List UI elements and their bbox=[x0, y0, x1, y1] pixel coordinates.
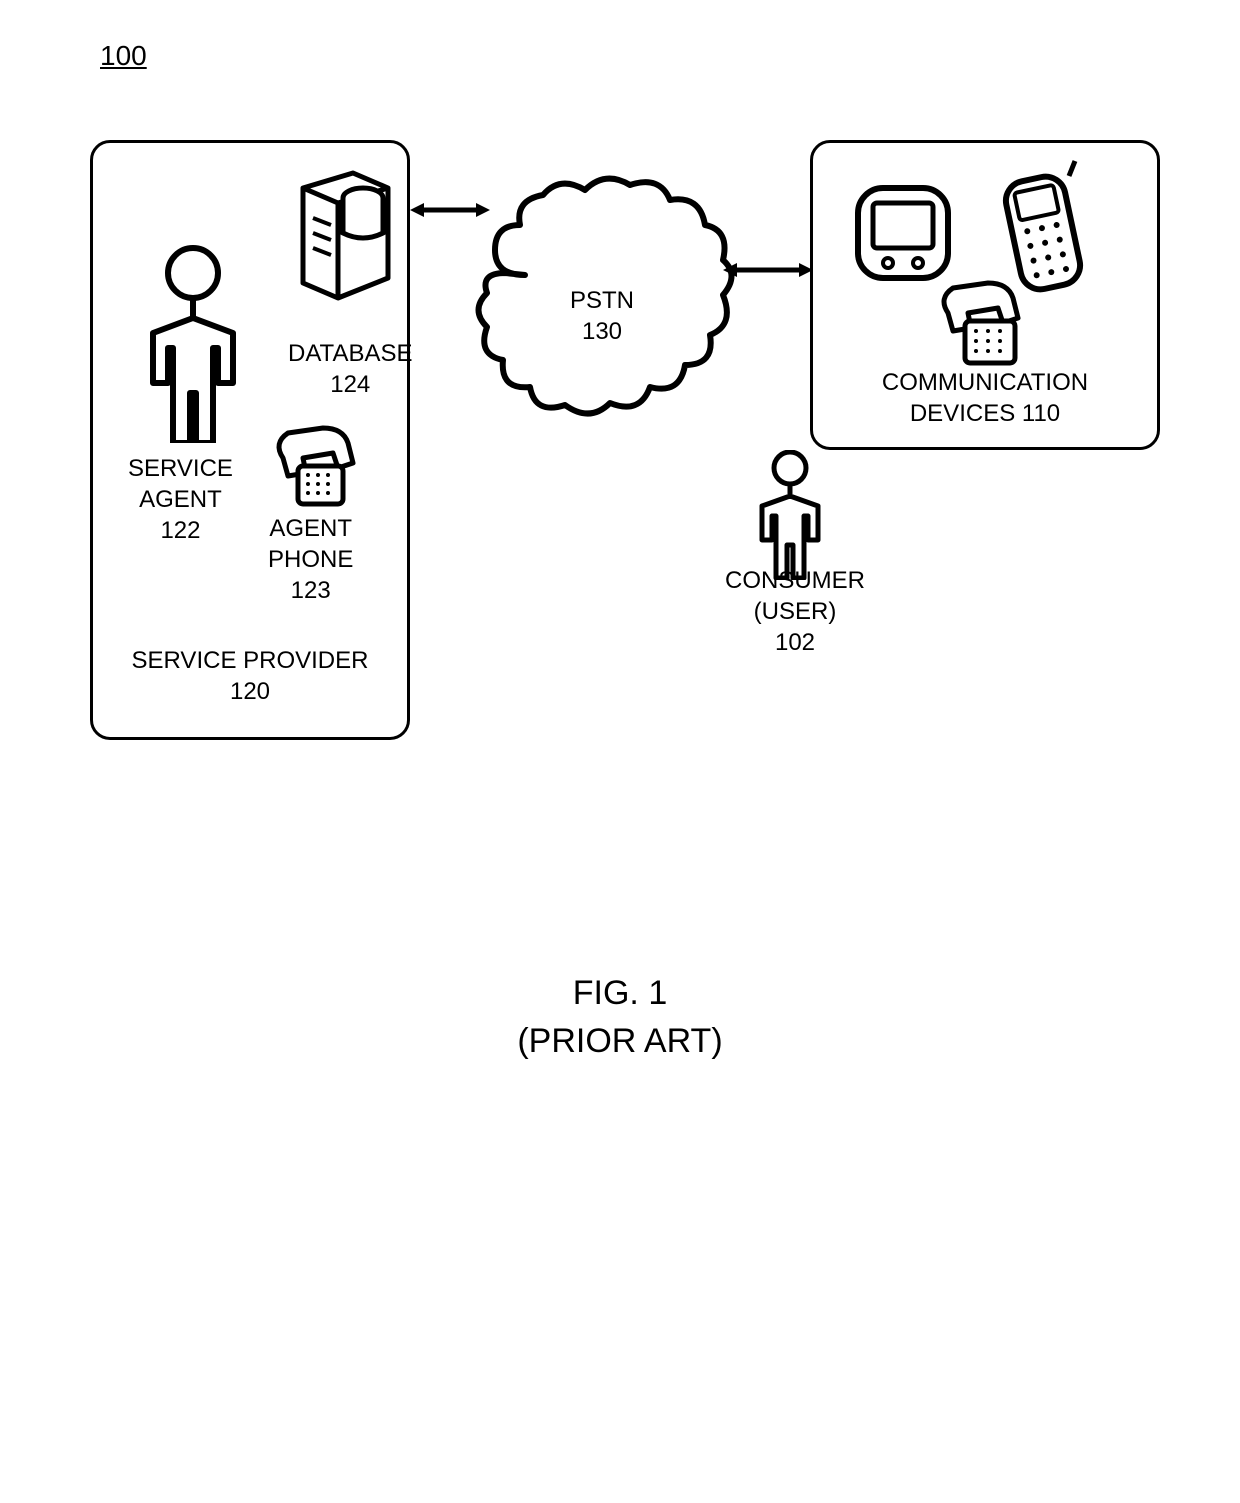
agent-phone-text2: PHONE bbox=[268, 546, 353, 573]
comm-devices-box: COMMUNICATION DEVICES 110 bbox=[810, 140, 1160, 450]
comm-devices-label: COMMUNICATION DEVICES 110 bbox=[813, 367, 1157, 429]
figure-subtitle: (PRIOR ART) bbox=[517, 1022, 722, 1060]
service-provider-text: SERVICE PROVIDER bbox=[132, 647, 369, 674]
figure-text: FIG. 1 bbox=[573, 974, 667, 1012]
pstn-label: PSTN 130 bbox=[570, 285, 634, 347]
service-provider-label: SERVICE PROVIDER 120 bbox=[93, 645, 407, 707]
database-label: DATABASE 124 bbox=[288, 338, 412, 400]
database-icon bbox=[283, 168, 393, 328]
service-provider-num: 120 bbox=[230, 678, 270, 705]
pstn-text: PSTN bbox=[570, 287, 634, 314]
database-text: DATABASE bbox=[288, 340, 412, 367]
consumer-label: CONSUMER (USER) 102 bbox=[725, 565, 865, 659]
agent-phone-text1: AGENT bbox=[269, 515, 352, 542]
diagram-container: 100 SERVICE AGENT bbox=[70, 40, 1170, 940]
consumer-num: 102 bbox=[775, 629, 815, 656]
pstn-num: 130 bbox=[582, 318, 622, 345]
desk-phone-icon bbox=[933, 273, 1043, 368]
service-agent-text2: AGENT bbox=[139, 486, 222, 513]
service-provider-box: SERVICE AGENT 122 DATABASE 124 AGENT PHO… bbox=[90, 140, 410, 740]
agent-phone-label: AGENT PHONE 123 bbox=[268, 513, 353, 607]
service-agent-text1: SERVICE bbox=[128, 455, 233, 482]
comm-devices-num: 110 bbox=[1022, 400, 1060, 427]
consumer-icon bbox=[750, 450, 830, 580]
agent-phone-num: 123 bbox=[291, 577, 331, 604]
service-agent-num: 122 bbox=[160, 517, 200, 544]
comm-devices-text1: COMMUNICATION bbox=[882, 369, 1088, 396]
arrow-left bbox=[410, 195, 490, 225]
phone-icon bbox=[268, 418, 368, 508]
comm-devices-text2: DEVICES bbox=[910, 400, 1015, 427]
figure-label: FIG. 1 (PRIOR ART) bbox=[40, 970, 1200, 1065]
database-num: 124 bbox=[330, 371, 370, 398]
service-agent-label: SERVICE AGENT 122 bbox=[128, 453, 233, 547]
consumer-text1: CONSUMER bbox=[725, 567, 865, 594]
person-icon bbox=[138, 243, 248, 443]
arrow-right bbox=[723, 255, 813, 285]
consumer-text2: (USER) bbox=[754, 598, 837, 625]
reference-number: 100 bbox=[100, 40, 147, 72]
